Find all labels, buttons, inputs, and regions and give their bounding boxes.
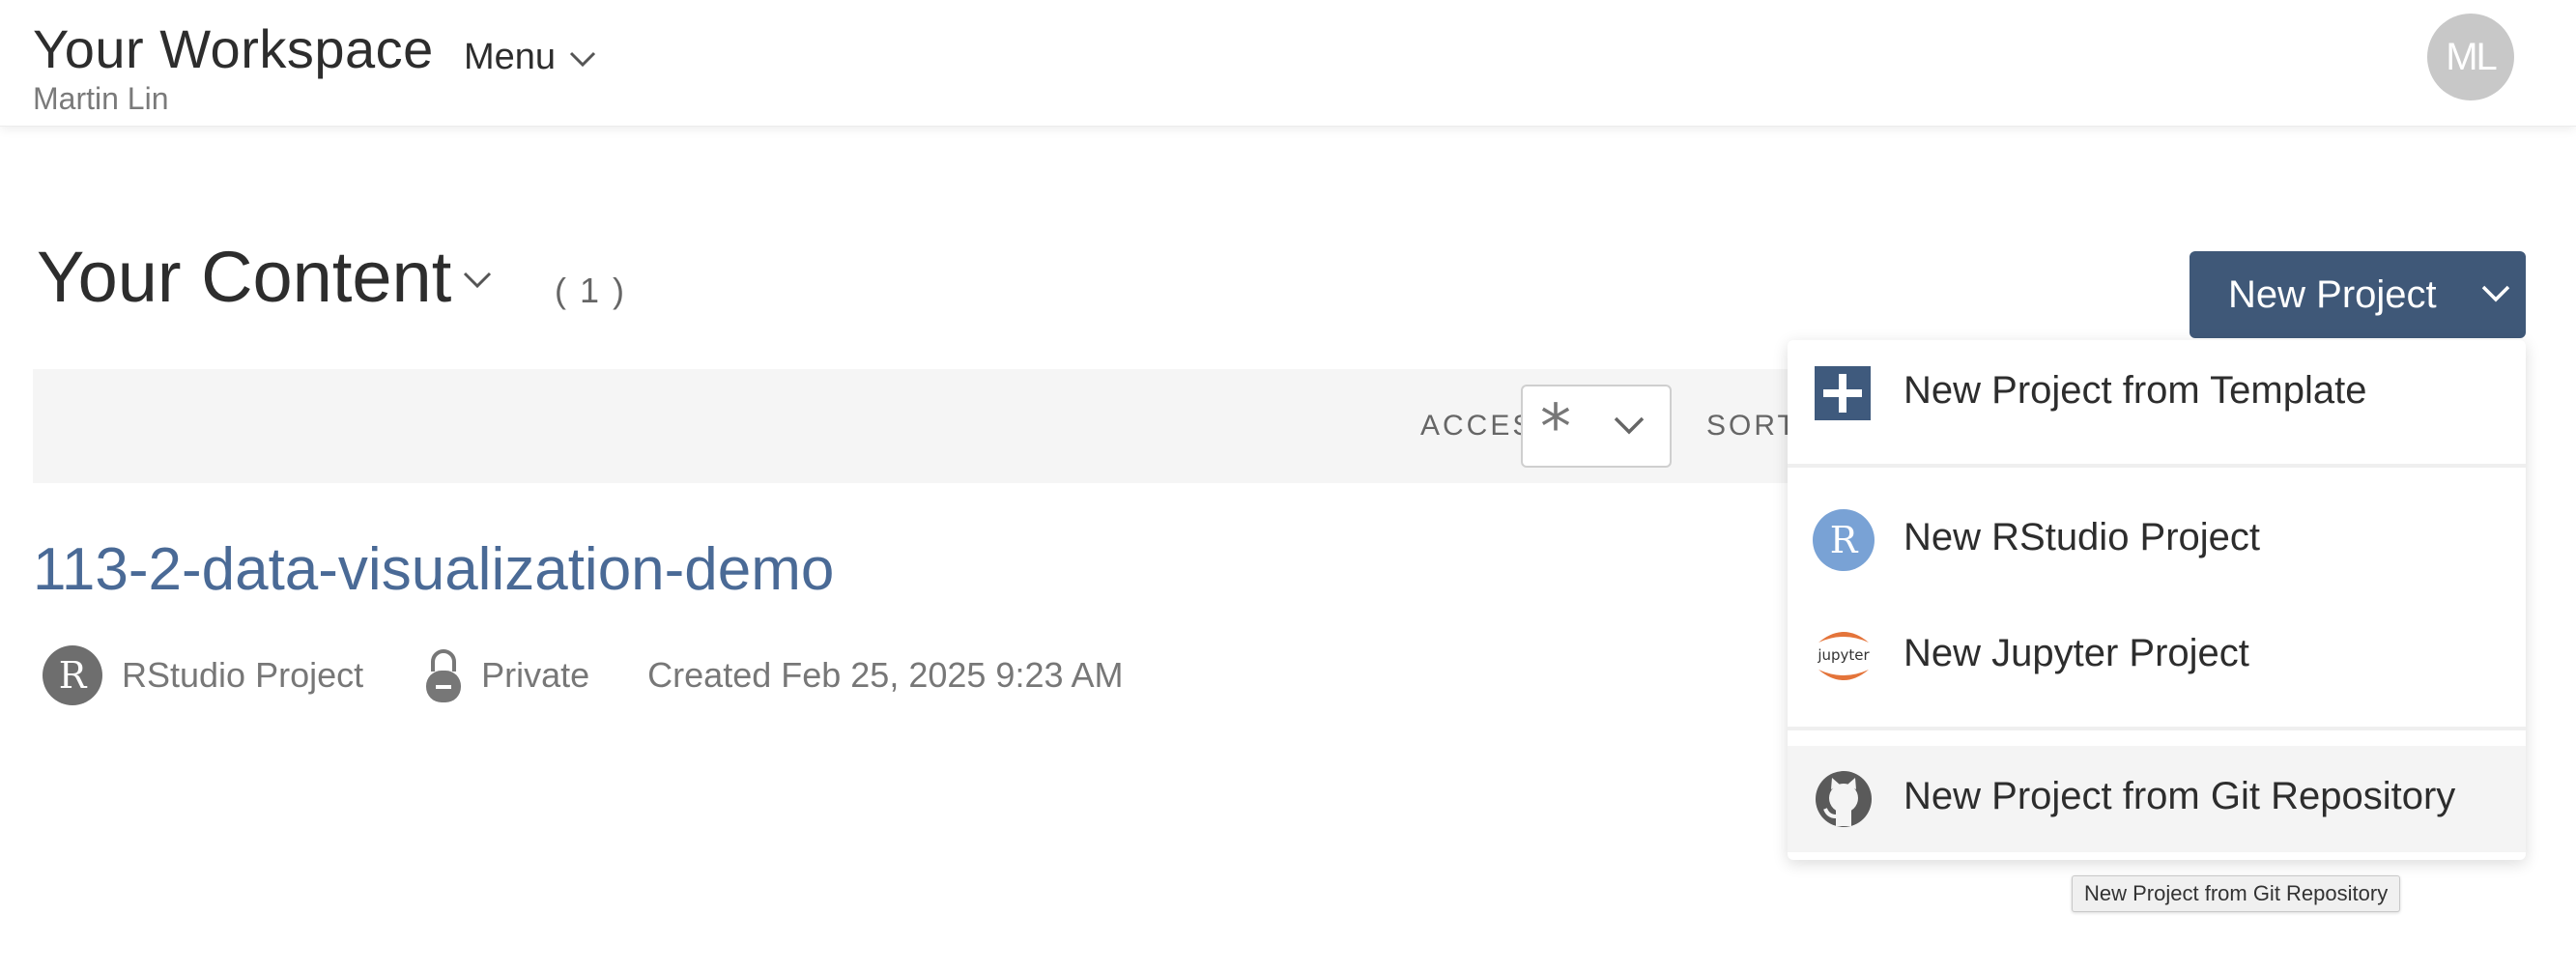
chevron-down-icon xyxy=(2481,285,2510,302)
user-avatar[interactable]: ML xyxy=(2427,14,2514,100)
menu-item-label: New RStudio Project xyxy=(1903,516,2261,558)
menu-label: Menu xyxy=(464,36,557,77)
top-header: Your Workspace Martin Lin Menu ML xyxy=(0,0,2576,127)
chevron-down-icon xyxy=(464,272,492,288)
sort-label: SORT xyxy=(1706,410,1798,442)
content-title: Your Content xyxy=(37,237,452,317)
menu-item-label: New Project from Template xyxy=(1903,369,2367,412)
menu-item-new-project-from-template[interactable]: New Project from Template xyxy=(1788,340,2526,446)
access-filter-select[interactable]: * xyxy=(1521,385,1672,468)
workspace-user-name: Martin Lin xyxy=(33,81,169,116)
menu-item-new-jupyter-project[interactable]: jupyter New Jupyter Project xyxy=(1788,603,2526,709)
menu-divider xyxy=(1788,727,2526,730)
github-icon xyxy=(1816,771,1872,827)
jupyter-icon: jupyter xyxy=(1813,625,1875,687)
menu-item-new-rstudio-project[interactable]: R New RStudio Project xyxy=(1788,487,2526,593)
jupyter-wordmark: jupyter xyxy=(1818,646,1870,664)
access-filter-value: * xyxy=(1540,392,1571,464)
project-created-date: Created Feb 25, 2025 9:23 AM xyxy=(647,655,1124,695)
menu-item-label: New Jupyter Project xyxy=(1903,632,2249,674)
content-title-dropdown[interactable]: Your Content xyxy=(37,236,492,318)
chevron-down-icon xyxy=(570,51,596,68)
menu-item-new-project-from-git[interactable]: New Project from Git Repository xyxy=(1788,746,2526,852)
project-privacy: Private xyxy=(481,655,590,695)
rstudio-icon: R xyxy=(43,645,102,705)
workspace-title: Your Workspace xyxy=(33,18,434,79)
plus-square-icon xyxy=(1815,366,1871,420)
new-project-label: New Project xyxy=(2228,272,2437,316)
lock-icon xyxy=(426,649,462,702)
menu-button[interactable]: Menu xyxy=(464,33,596,81)
chevron-down-icon xyxy=(1614,416,1645,435)
new-project-dropdown: New Project from Template R New RStudio … xyxy=(1788,340,2526,860)
project-type: RStudio Project xyxy=(122,655,364,695)
menu-divider xyxy=(1788,464,2526,468)
menu-item-label: New Project from Git Repository xyxy=(1903,775,2456,817)
content-count: ( 1 ) xyxy=(555,271,627,310)
new-project-button[interactable]: New Project xyxy=(2190,251,2526,338)
rstudio-icon: R xyxy=(1813,509,1875,571)
project-meta: R RStudio Project Private Created Feb 25… xyxy=(43,643,1124,707)
tooltip: New Project from Git Repository xyxy=(2072,875,2401,912)
project-name-link[interactable]: 113-2-data-visualization-demo xyxy=(33,535,834,604)
